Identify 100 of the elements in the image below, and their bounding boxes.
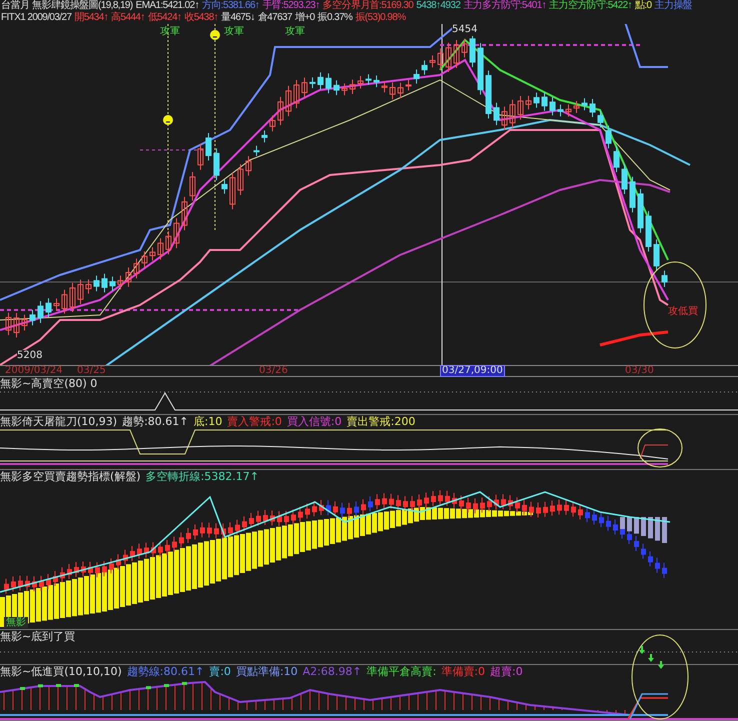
signal-label: 攻軍 (224, 26, 244, 38)
candlestick (62, 289, 68, 314)
indicator-label: 倉47637 (258, 12, 292, 24)
candlestick (326, 72, 332, 94)
candlestick (78, 279, 84, 305)
candlestick (398, 82, 404, 98)
candlestick (254, 145, 260, 156)
candlestick (214, 148, 220, 181)
candlestick (374, 74, 380, 88)
down-arrow-icon (648, 654, 654, 662)
candlestick (318, 72, 324, 90)
signal-label: 攻軍 (285, 26, 305, 38)
indicator-label: 超賣:0 (490, 665, 523, 678)
indicator-label: 無影~高賣空(80) 0 (0, 377, 98, 390)
indicator-label: 振(53)0.98% (355, 12, 406, 24)
candlestick (182, 196, 188, 231)
indicator-label: 高5444↑ (111, 12, 145, 24)
candlestick (358, 76, 364, 90)
candlestick (510, 99, 516, 128)
indicator-label: 收5438↑ (184, 12, 218, 24)
candlestick (334, 80, 340, 96)
candlestick (486, 70, 492, 119)
indicator-label: 無影倚天屠龍刀(10,93) (0, 415, 118, 428)
candlestick (590, 98, 596, 118)
date-label: 03/26 (258, 366, 289, 376)
candlestick (310, 76, 316, 89)
candlestick (166, 230, 172, 255)
candlestick (246, 156, 252, 176)
indicator-label: 買點準備:10 (236, 665, 298, 678)
indicator-label: 準備賣:0 (441, 665, 486, 678)
indicator-label: 5438↑4932 (416, 0, 460, 12)
indicator-label: 買入信號:0 (286, 415, 342, 428)
candlestick (446, 42, 452, 72)
indicator-label: A2:68.98↑ (302, 665, 362, 678)
date-label: 2009/03/24 (4, 366, 64, 376)
candlestick (414, 68, 420, 84)
candlestick (350, 79, 356, 94)
alert-line (629, 693, 668, 720)
indicator-label: 多空轉折線:5382.17↑ (146, 470, 260, 483)
indicator-tag: 無影 (4, 617, 28, 628)
indicator-label: 低5424↑ (148, 12, 182, 24)
candlestick (614, 146, 620, 173)
down-arrow-icon (658, 661, 664, 669)
candlestick (174, 218, 180, 249)
indicator-label: 無影~底到了買 (0, 630, 76, 643)
indicator-label: 無影多空買賣趨勢指標(解盤) (0, 470, 141, 483)
signal-label: 攻低買 (668, 306, 698, 318)
candlestick (342, 82, 348, 96)
indicator-label: 量4675↓ (221, 12, 255, 24)
indicator-label: 台當月 (1, 0, 30, 12)
indicator-label: 賣:0 (209, 665, 231, 678)
candlestick (150, 246, 156, 262)
indicator-label: 趨勢線:80.61↑ (126, 665, 204, 678)
candlestick (238, 164, 244, 196)
date-label: 03/25 (76, 366, 107, 376)
candlestick (198, 143, 204, 170)
candlestick (630, 176, 636, 213)
candlestick (422, 60, 428, 76)
candlestick (302, 77, 308, 98)
candlestick (582, 98, 588, 111)
candlestick (230, 172, 236, 210)
candlestick (638, 188, 644, 234)
candlestick (102, 273, 108, 293)
date-label: 03/30 (624, 366, 655, 376)
candlestick (262, 130, 268, 143)
candlestick (142, 250, 148, 268)
indicator-label: 賣入警戒:0 (227, 415, 282, 428)
candlestick (502, 106, 508, 131)
alert-line (627, 697, 668, 720)
candlestick (126, 267, 132, 288)
down-arrow-icon (639, 646, 645, 654)
candlestick (406, 79, 412, 91)
indicator-label: 振0.37% (318, 12, 352, 24)
candlestick (118, 275, 124, 290)
indicator-label: 趨勢:80.61↑ (122, 415, 188, 428)
indicator-label: 開5434↑ (74, 12, 108, 24)
candlestick (606, 125, 612, 149)
smiley-icon (210, 30, 220, 40)
candlestick (542, 92, 548, 112)
candlestick (30, 309, 36, 326)
indicator-label: 無影~低進買(10,10,10) (0, 665, 122, 678)
candlestick (574, 100, 580, 114)
candlestick (22, 314, 28, 332)
trend-line (600, 330, 668, 346)
candlestick (110, 276, 116, 292)
candlestick (54, 298, 60, 312)
candlestick (86, 279, 92, 294)
candlestick (278, 96, 284, 126)
candlestick (366, 74, 372, 86)
candlestick (478, 42, 484, 96)
candlestick (518, 96, 524, 120)
indicator-label: 賣出警戒:200 (346, 415, 416, 428)
candlestick (390, 82, 396, 100)
indicator-label: 底:10 (194, 415, 222, 428)
candlestick (662, 270, 668, 288)
candlestick (654, 239, 660, 272)
candlestick (550, 96, 556, 116)
candlestick (622, 164, 628, 194)
price-label: 5454 (452, 24, 478, 36)
candlestick (646, 210, 652, 252)
